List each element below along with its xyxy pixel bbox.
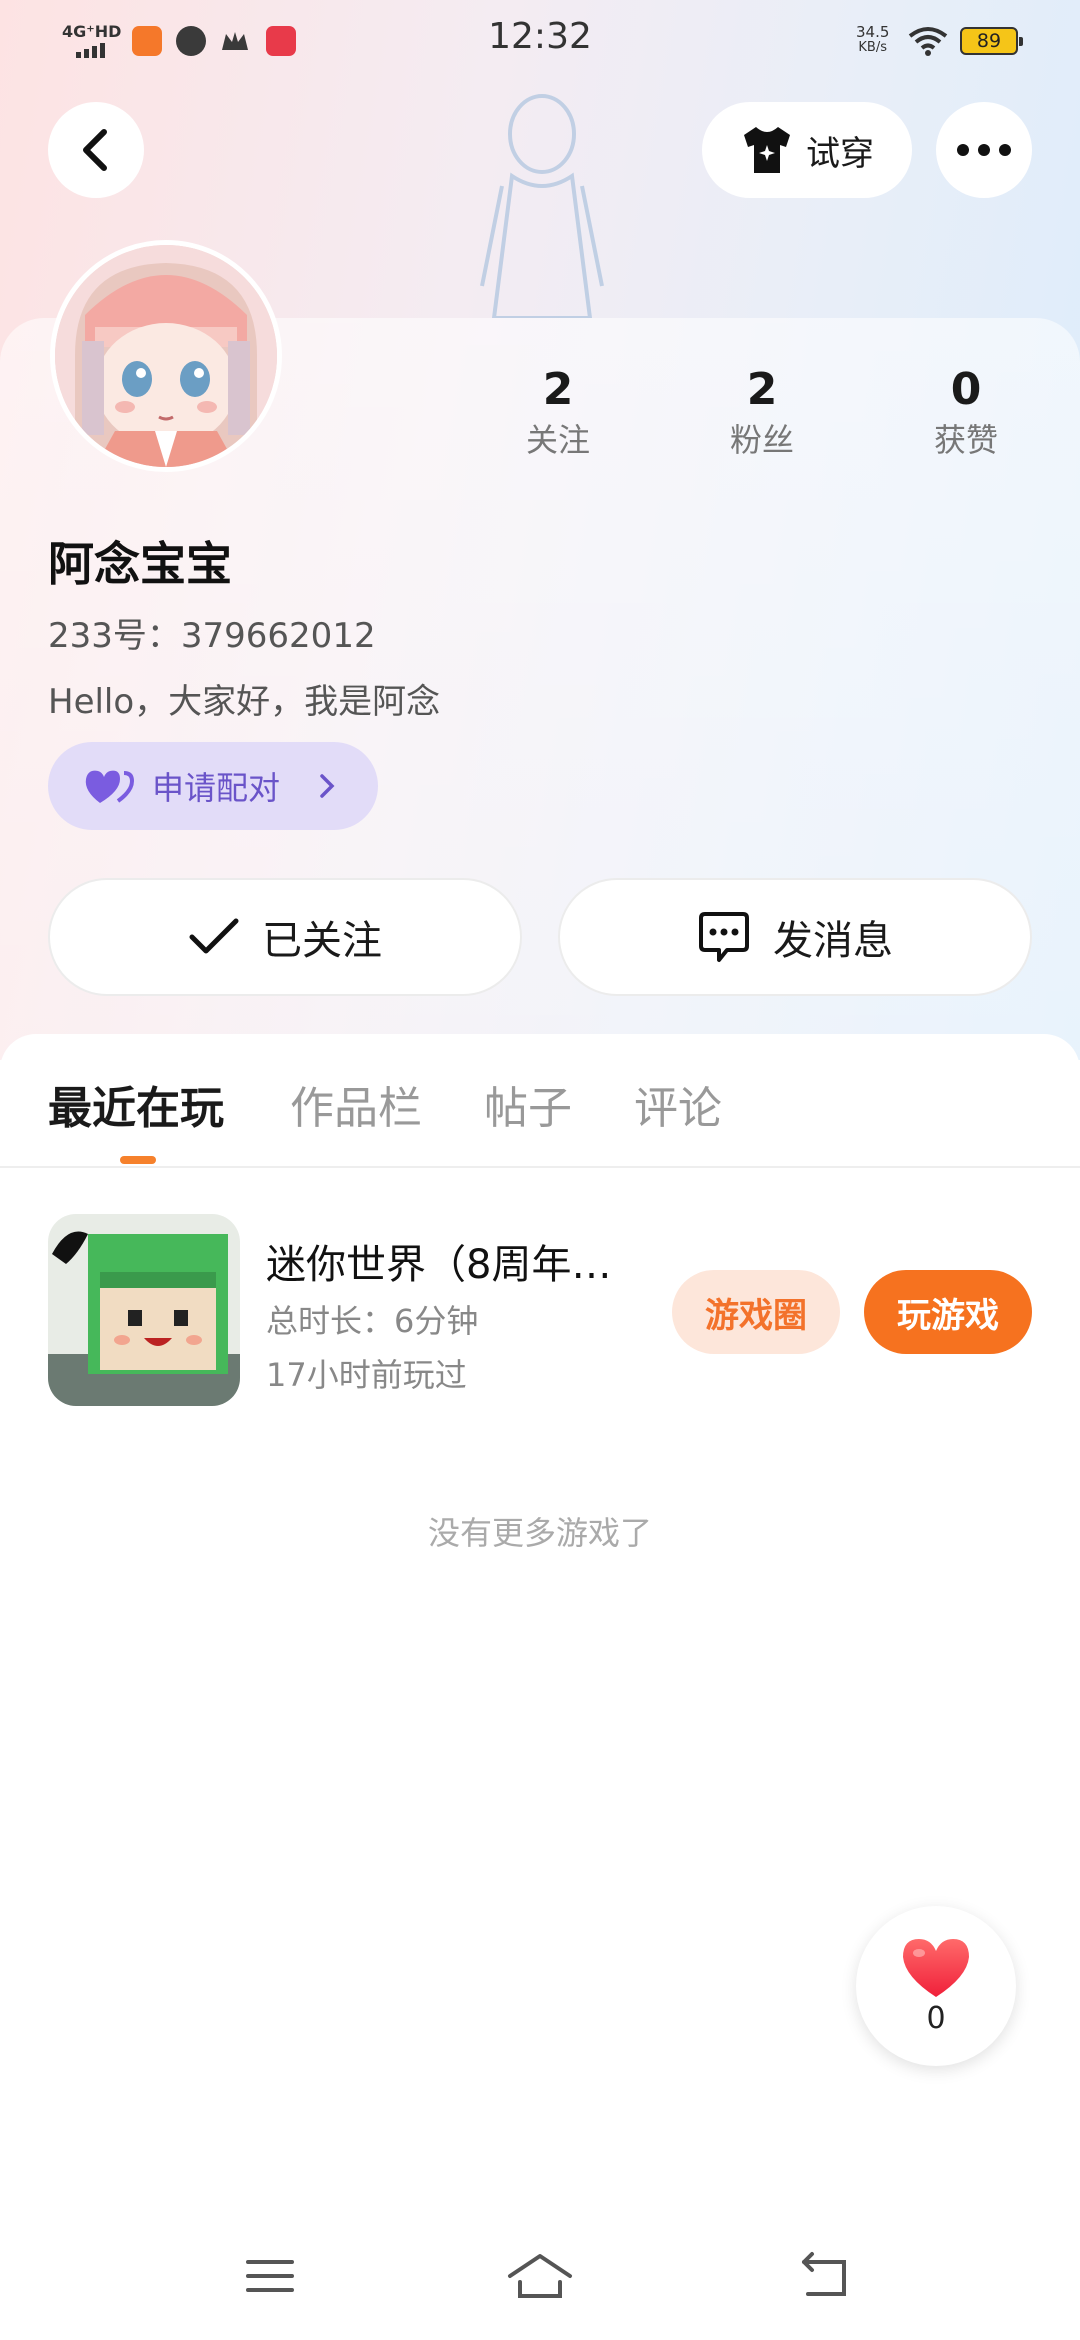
followers-count: 2 bbox=[746, 364, 778, 415]
double-heart-icon bbox=[85, 770, 134, 803]
play-game-button[interactable]: 玩游戏 bbox=[864, 1270, 1032, 1354]
following-stat[interactable]: 2 关注 bbox=[498, 362, 618, 462]
tshirt-icon bbox=[744, 127, 790, 173]
likes-count: 0 bbox=[950, 364, 982, 415]
chevron-right-icon bbox=[320, 774, 335, 798]
no-more-games-text: 没有更多游戏了 bbox=[427, 1514, 652, 1552]
send-message-button[interactable]: 发消息 bbox=[558, 878, 1032, 996]
tab-recently-played[interactable]: 最近在玩 bbox=[48, 1072, 224, 1136]
tab-active-indicator bbox=[120, 1156, 156, 1164]
checkmark-icon bbox=[189, 918, 239, 954]
more-options-button[interactable] bbox=[936, 102, 1032, 198]
game-circle-button[interactable]: 游戏圈 bbox=[672, 1270, 840, 1354]
likes-stat[interactable]: 0 获赞 bbox=[906, 362, 1026, 462]
back-nav-icon[interactable] bbox=[788, 2246, 860, 2306]
like-count: 0 bbox=[926, 2000, 946, 2036]
followers-label: 粉丝 bbox=[729, 421, 794, 459]
game-total-duration: 总时长：6分钟 bbox=[266, 1302, 479, 1340]
status-bar: 4G⁺HD 12:32 34.5 KB/s 89 bbox=[0, 0, 1080, 84]
menu-icon[interactable] bbox=[234, 2246, 306, 2306]
game-last-played: 17小时前玩过 bbox=[266, 1356, 467, 1394]
back-button[interactable] bbox=[48, 102, 144, 198]
followers-stat[interactable]: 2 粉丝 bbox=[702, 362, 822, 462]
following-count: 2 bbox=[542, 364, 574, 415]
send-message-label: 发消息 bbox=[773, 918, 893, 964]
likes-label: 获赞 bbox=[933, 421, 998, 459]
wifi-icon bbox=[908, 27, 948, 56]
request-match-button[interactable]: 申请配对 bbox=[48, 742, 378, 830]
user-bio: Hello，大家好，我是阿念 bbox=[48, 682, 441, 722]
home-icon[interactable] bbox=[504, 2246, 576, 2306]
tab-works[interactable]: 作品栏 bbox=[290, 1072, 422, 1136]
avatar-figure-silhouette bbox=[480, 94, 604, 318]
like-button[interactable]: 0 bbox=[856, 1906, 1016, 2066]
avatar-image bbox=[55, 245, 277, 467]
network-speed: 34.5 KB/s bbox=[856, 23, 890, 55]
chevron-left-icon bbox=[83, 129, 107, 171]
followed-label: 已关注 bbox=[262, 918, 382, 964]
game-cover-image bbox=[48, 1214, 240, 1406]
followed-button[interactable]: 已关注 bbox=[48, 878, 522, 996]
following-label: 关注 bbox=[525, 421, 590, 459]
user-id[interactable]: 233号：379662012 bbox=[48, 608, 376, 657]
request-match-label: 申请配对 bbox=[152, 769, 281, 807]
avatar[interactable] bbox=[50, 240, 282, 472]
system-navigation-bar bbox=[0, 2220, 1080, 2340]
tab-posts[interactable]: 帖子 bbox=[484, 1072, 572, 1136]
tab-divider bbox=[0, 1166, 1080, 1168]
game-icon[interactable] bbox=[48, 1214, 240, 1406]
try-on-button[interactable]: 试穿 bbox=[702, 102, 912, 198]
more-horizontal-icon bbox=[957, 144, 1011, 156]
username: 阿念宝宝 bbox=[48, 537, 232, 591]
game-title[interactable]: 迷你世界（8周年庆版本） bbox=[266, 1232, 636, 1290]
try-on-label: 试穿 bbox=[806, 133, 874, 174]
chat-bubble-icon bbox=[699, 912, 749, 962]
battery-icon: 89 bbox=[960, 27, 1023, 55]
heart-icon bbox=[903, 1938, 969, 1997]
tab-comments[interactable]: 评论 bbox=[634, 1072, 722, 1136]
